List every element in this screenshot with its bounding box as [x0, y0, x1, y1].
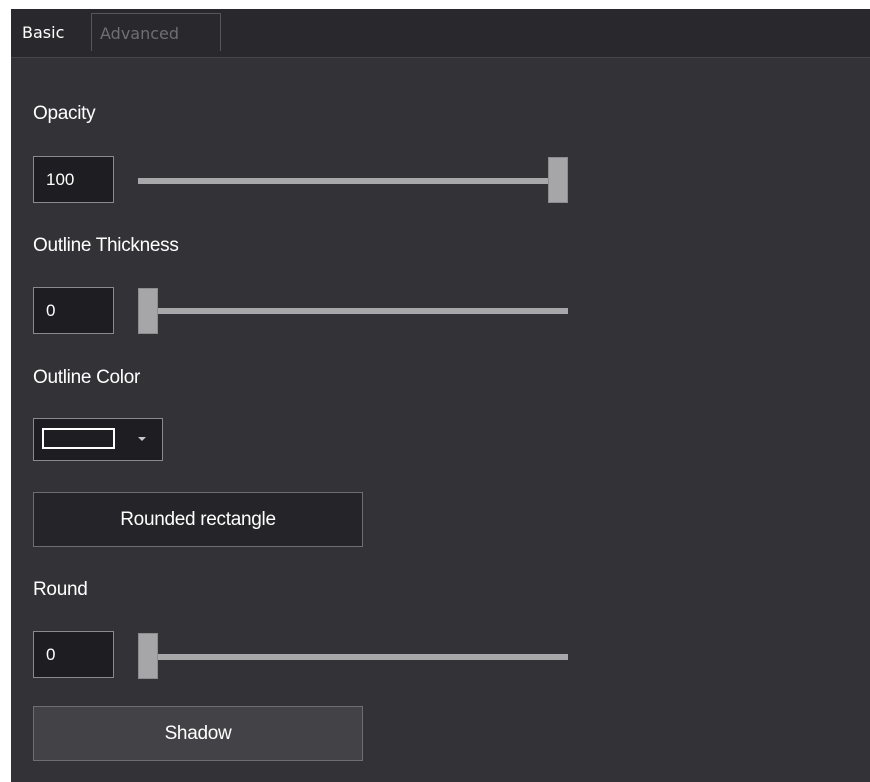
outline-thickness-slider-track[interactable] — [138, 308, 568, 314]
outline-color-swatch — [42, 428, 115, 449]
round-input[interactable]: 0 — [33, 631, 114, 678]
opacity-label: Opacity — [33, 103, 96, 124]
outline-thickness-input[interactable]: 0 — [33, 287, 114, 334]
opacity-slider-thumb[interactable] — [548, 157, 568, 203]
round-label: Round — [33, 579, 88, 600]
rounded-rectangle-button[interactable]: Rounded rectangle — [33, 492, 363, 547]
tab-strip: Basic Advanced — [11, 9, 870, 58]
outline-thickness-slider-thumb[interactable] — [138, 288, 158, 334]
outline-thickness-label: Outline Thickness — [33, 235, 179, 256]
chevron-down-icon[interactable] — [138, 437, 146, 441]
round-slider-thumb[interactable] — [138, 633, 158, 679]
shadow-button[interactable]: Shadow — [33, 706, 363, 761]
outline-color-label: Outline Color — [33, 367, 140, 388]
opacity-slider-track[interactable] — [138, 178, 568, 184]
properties-panel: Basic Advanced Opacity 100 Outline Thick… — [11, 9, 870, 782]
round-slider-track[interactable] — [138, 654, 568, 660]
outline-color-picker[interactable] — [33, 418, 163, 461]
opacity-input[interactable]: 100 — [33, 156, 114, 203]
tab-advanced[interactable]: Advanced — [91, 13, 221, 51]
tab-basic[interactable]: Basic — [14, 15, 90, 51]
